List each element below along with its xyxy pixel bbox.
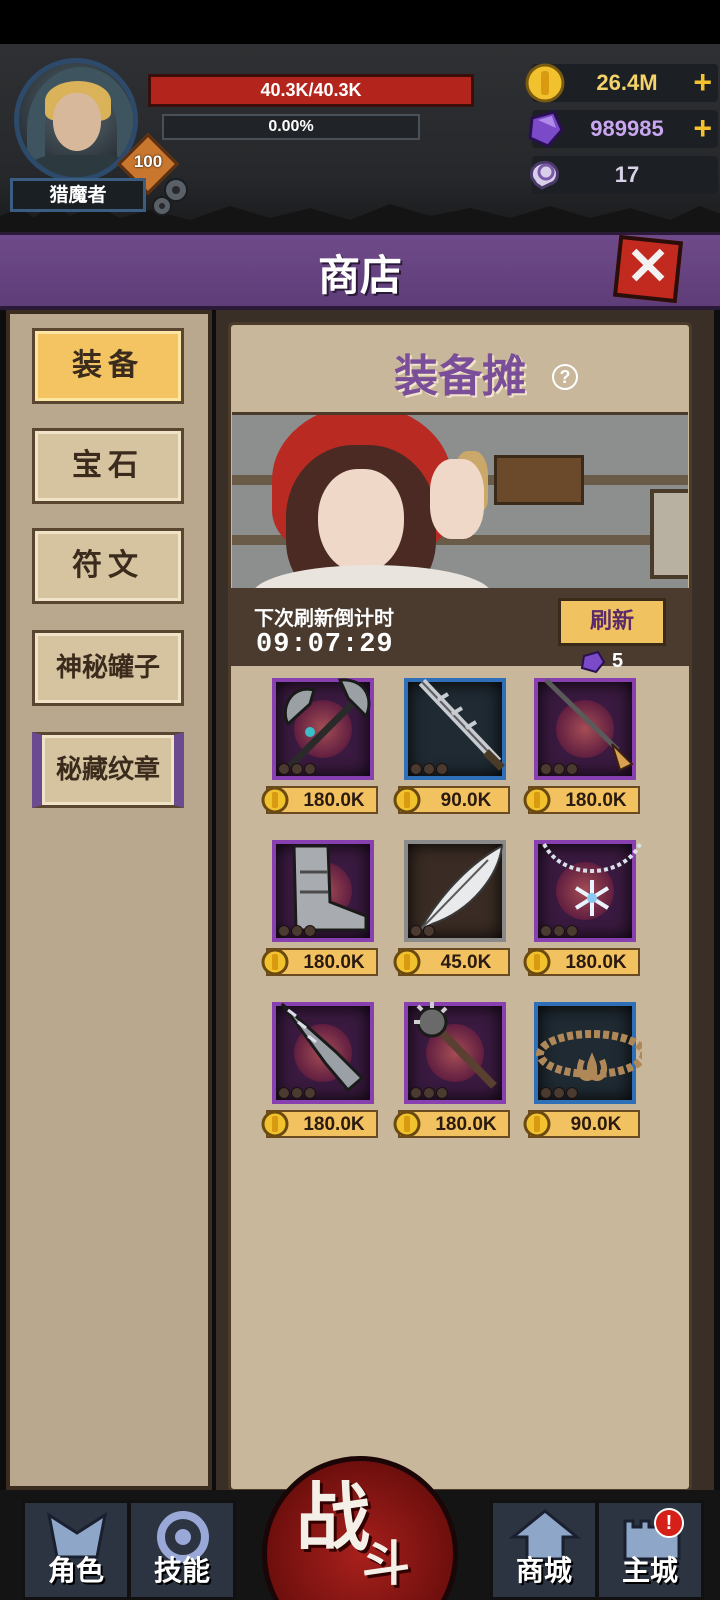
battle-label-1: 战 — [296, 1475, 370, 1561]
shop-item[interactable]: 90.0K — [523, 1002, 644, 1142]
gold-coin-icon — [393, 786, 421, 814]
gold-coin-icon — [261, 1110, 289, 1138]
gold-coin-icon — [523, 948, 551, 976]
shop-item[interactable]: 180.0K — [523, 840, 644, 980]
gem-slots — [278, 922, 328, 937]
gem-slots — [278, 760, 328, 775]
shop-item[interactable]: 180.0K — [261, 840, 382, 980]
gold-currency: 26.4M + — [525, 63, 718, 103]
purple-crystal-icon — [528, 110, 564, 148]
nav-character-button[interactable]: 角色 — [22, 1500, 130, 1600]
add-crystal-button[interactable]: + — [693, 112, 712, 144]
gold-coin-icon — [523, 1110, 551, 1138]
item-price-value: 180.0K — [303, 1114, 365, 1135]
system-status-strip — [0, 0, 720, 44]
item-price-value: 45.0K — [440, 952, 492, 973]
gold-coin-icon — [523, 786, 551, 814]
item-price-value: 180.0K — [303, 790, 365, 811]
item-price-value: 90.0K — [570, 1114, 622, 1135]
settings-gear-icon[interactable] — [146, 172, 196, 222]
gold-coin-icon — [393, 1110, 421, 1138]
nav-store-button[interactable]: 商城 — [490, 1500, 598, 1600]
city-alert-badge: ! — [654, 1508, 684, 1538]
hp-value: 40.3K/40.3K — [260, 80, 362, 100]
nav-store-label: 商城 — [515, 1554, 572, 1587]
item-price: 90.0K — [523, 1110, 640, 1138]
gem-slots — [540, 1084, 590, 1099]
player-name-plate: 猎魔者 — [10, 178, 146, 212]
xp-value: 0.00% — [268, 118, 314, 135]
item-price: 90.0K — [393, 786, 510, 814]
nav-skills-button[interactable]: 技能 — [128, 1500, 236, 1600]
shop-item[interactable]: 180.0K — [523, 678, 644, 818]
item-price: 180.0K — [523, 786, 640, 814]
item-price: 180.0K — [261, 1110, 378, 1138]
player-name: 猎魔者 — [49, 184, 107, 206]
nav-character-label: 角色 — [47, 1554, 104, 1587]
item-price-value: 180.0K — [565, 952, 627, 973]
item-price-value: 180.0K — [435, 1114, 497, 1135]
item-price: 180.0K — [261, 786, 378, 814]
crystal-currency: 989985 + — [528, 110, 718, 148]
gem-slots — [278, 1084, 328, 1099]
shop-title: 商店 — [317, 251, 402, 300]
skull-amount: 17 — [614, 162, 640, 187]
nav-city-label: 主城 — [621, 1554, 678, 1587]
shop-item[interactable]: 45.0K — [393, 840, 514, 980]
item-price-value: 90.0K — [440, 790, 492, 811]
tab-mystery-jar[interactable]: 神秘罐子 — [32, 630, 184, 706]
tab-hidden-emblem[interactable]: 秘藏纹章 — [32, 732, 184, 808]
help-icon[interactable]: ? — [552, 364, 578, 390]
item-price: 180.0K — [393, 1110, 510, 1138]
player-level: 100 — [133, 152, 163, 171]
item-price: 180.0K — [261, 948, 378, 976]
battle-label-2: 斗 — [362, 1536, 411, 1592]
tab-equipment[interactable]: 装备 — [32, 328, 184, 404]
tab-gems[interactable]: 宝石 — [32, 428, 184, 504]
stall-title: 装备摊 — [394, 351, 526, 402]
item-price-value: 180.0K — [303, 952, 365, 973]
gold-coin-icon — [393, 948, 421, 976]
nav-city-button[interactable]: 主城 — [596, 1500, 704, 1600]
add-gold-button[interactable]: + — [693, 66, 712, 98]
crystal-amount: 989985 — [590, 116, 664, 141]
gold-coin-icon — [261, 786, 289, 814]
tab-runes[interactable]: 符文 — [32, 528, 184, 604]
refresh-countdown-label: 下次刷新倒计时 — [254, 606, 394, 630]
item-price: 180.0K — [523, 948, 640, 976]
refresh-button[interactable]: 刷新 — [558, 598, 666, 646]
xp-bar: 0.00% — [162, 114, 420, 140]
hp-bar: 40.3K/40.3K — [148, 74, 474, 107]
shop-item[interactable]: 90.0K — [393, 678, 514, 818]
item-price-value: 180.0K — [565, 790, 627, 811]
gem-slots — [410, 922, 460, 937]
gem-slots — [540, 760, 590, 775]
refresh-countdown: 09:07:29 — [256, 630, 394, 660]
close-icon[interactable]: ✕ — [616, 234, 680, 296]
nav-skills-label: 技能 — [153, 1554, 210, 1587]
gold-coin-icon — [525, 63, 565, 103]
skull-currency: 17 — [529, 156, 718, 194]
shop-item[interactable]: 180.0K — [261, 1002, 382, 1142]
shop-item[interactable]: 180.0K — [261, 678, 382, 818]
merchant-banner — [232, 412, 688, 588]
gem-slots — [540, 922, 590, 937]
item-price: 45.0K — [393, 948, 510, 976]
gold-coin-icon — [261, 948, 289, 976]
gem-slots — [410, 1084, 460, 1099]
gold-amount: 26.4M — [596, 70, 658, 95]
shop-item[interactable]: 180.0K — [393, 1002, 514, 1142]
gem-slots — [410, 760, 460, 775]
ram-skull-icon — [529, 161, 559, 190]
